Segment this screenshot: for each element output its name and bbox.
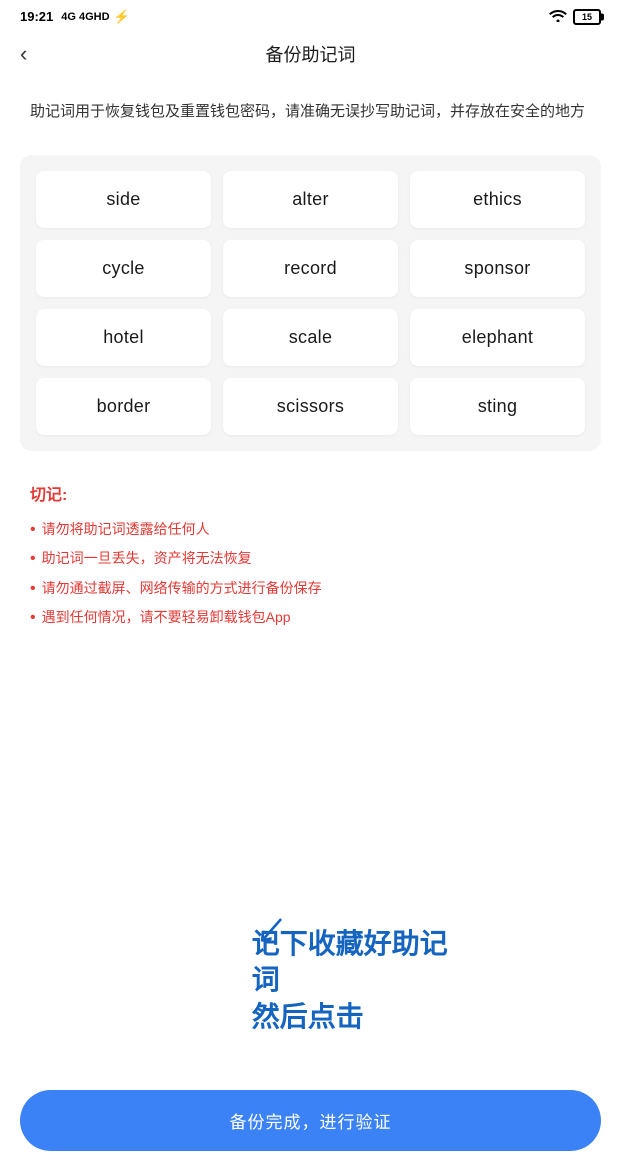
word-text: elephant [462,327,533,348]
word-card: scissors [223,378,398,435]
header: ‹ 备份助记词 [0,29,621,79]
battery-indicator: 15 [573,9,601,25]
word-card: hotel [36,309,211,366]
word-card: alter [223,171,398,228]
status-right: 15 [549,8,601,25]
status-time: 19:21 [20,9,53,24]
wifi-icon [549,8,567,25]
warning-list-item: 遇到任何情况，请不要轻易卸载钱包App [30,605,591,631]
annotation-arrow-icon: ↙ [250,877,450,952]
warning-list-item: 助记词一旦丢失，资产将无法恢复 [30,546,591,572]
word-text: scale [289,327,333,348]
word-card: cycle [36,240,211,297]
mnemonic-container: side alter ethics cycle record sponsor h… [20,155,601,451]
annotation-text-line1: 记下收藏好助记 词 然后点击 [252,926,448,1035]
warning-list: 请勿将助记词透露给任何人助记词一旦丢失，资产将无法恢复请勿通过截屏、网络传输的方… [30,517,591,631]
warning-section: 切记: 请勿将助记词透露给任何人助记词一旦丢失，资产将无法恢复请勿通过截屏、网络… [0,471,621,655]
word-text: side [106,189,140,210]
bottom-button-container: 备份完成，进行验证 [0,1074,621,1175]
word-card: record [223,240,398,297]
word-card: sponsor [410,240,585,297]
battery-percent: 15 [582,12,592,22]
word-card: sting [410,378,585,435]
page-title: 备份助记词 [266,41,356,67]
annotation-overlay: ↙ 记下收藏好助记 词 然后点击 [252,890,448,1035]
word-text: record [284,258,337,279]
description-content: 助记词用于恢复钱包及重置钱包密码，请准确无误抄写助记词，并存放在安全的地方 [30,103,585,120]
word-card: scale [223,309,398,366]
warning-list-item: 请勿将助记词透露给任何人 [30,517,591,543]
word-text: scissors [277,396,344,417]
warning-title: 切记: [30,481,591,505]
word-text: alter [292,189,329,210]
word-text: cycle [102,258,145,279]
word-card: border [36,378,211,435]
word-card: side [36,171,211,228]
mnemonic-grid: side alter ethics cycle record sponsor h… [36,171,585,435]
word-card: elephant [410,309,585,366]
status-bar: 19:21 4G 4GHD ⚡ 15 [0,0,621,29]
word-card: ethics [410,171,585,228]
status-left: 19:21 4G 4GHD ⚡ [20,9,130,25]
back-button[interactable]: ‹ [20,41,27,67]
network-type: 4G 4GHD [61,11,109,23]
word-text: hotel [103,327,144,348]
word-text: ethics [473,189,522,210]
confirm-backup-button[interactable]: 备份完成，进行验证 [20,1090,601,1151]
description-text: 助记词用于恢复钱包及重置钱包密码，请准确无误抄写助记词，并存放在安全的地方 [0,79,621,145]
warning-list-item: 请勿通过截屏、网络传输的方式进行备份保存 [30,576,591,602]
wechat-icon: ⚡ [114,9,130,25]
word-text: sting [478,396,518,417]
word-text: border [97,396,151,417]
word-text: sponsor [464,258,530,279]
